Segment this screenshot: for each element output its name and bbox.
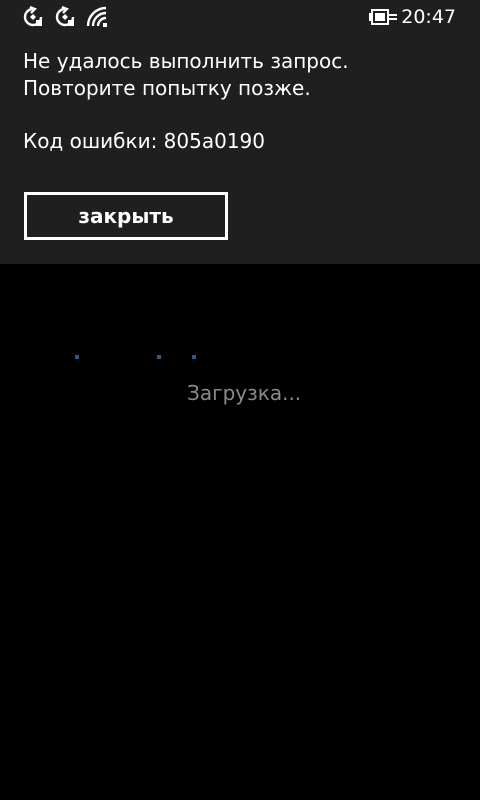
error-message-line2: Повторите попытку позже.: [23, 76, 311, 100]
wifi-icon: [86, 6, 108, 28]
close-button[interactable]: закрыть: [24, 192, 228, 240]
progress-dot: [157, 355, 161, 359]
battery-charging-icon: [368, 8, 398, 26]
error-dialog: 20:47 Не удалось выполнить запрос. Повто…: [0, 0, 480, 264]
progress-dot: [192, 355, 196, 359]
sync-icon: [22, 6, 44, 28]
loading-text: Загрузка...: [187, 381, 302, 405]
status-time: 20:47: [401, 6, 456, 28]
sync-icon: [54, 6, 76, 28]
error-code: Код ошибки: 805a0190: [23, 129, 265, 153]
screen: 20:47 Не удалось выполнить запрос. Повто…: [0, 0, 480, 800]
progress-dot: [75, 355, 79, 359]
error-message-line1: Не удалось выполнить запрос.: [23, 49, 349, 73]
status-bar: 20:47: [0, 0, 480, 34]
